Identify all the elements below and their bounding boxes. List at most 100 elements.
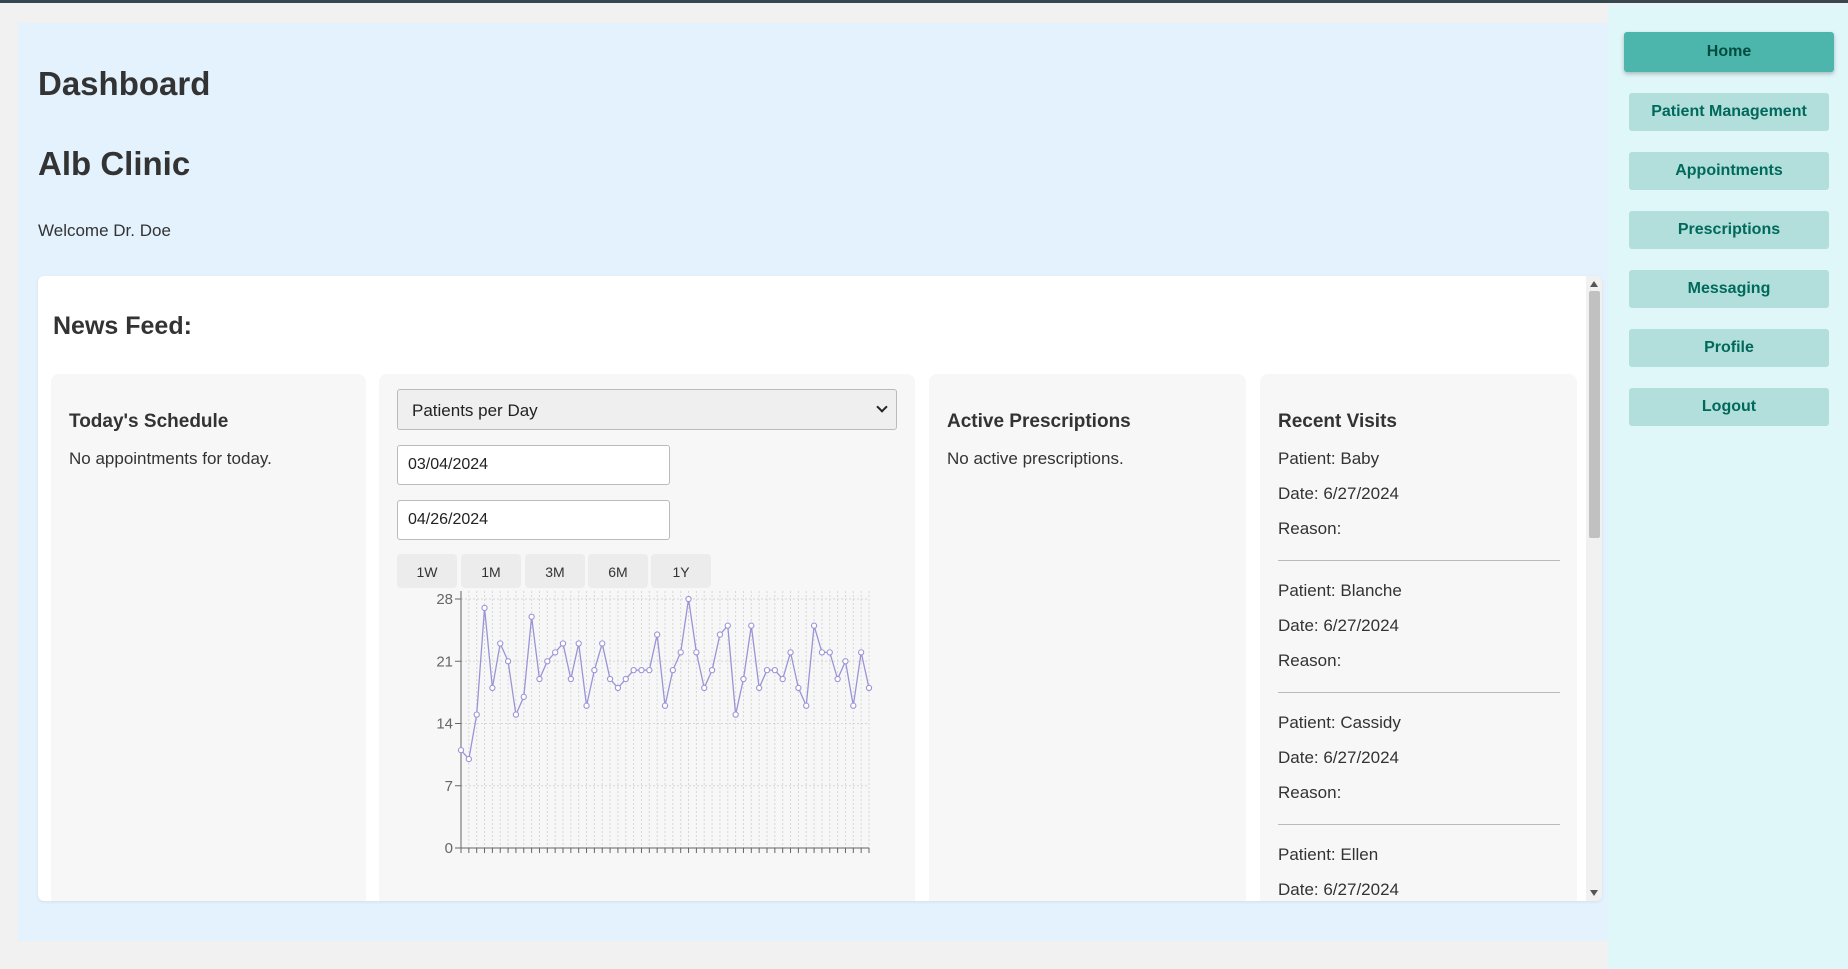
range-1m-button[interactable]: 1M [461,554,521,588]
data-point [842,658,849,665]
data-point [465,755,472,763]
patients-line-chart: 07142128count [436,591,873,854]
data-point [575,640,582,647]
data-point [779,675,786,683]
stats-card: Patients per Day 03/04/2024 04/26/2024 1… [379,374,915,901]
data-point [614,684,622,692]
welcome-text: Welcome Dr. Doe [38,221,171,240]
prescriptions-card: Active Prescriptions No active prescript… [929,374,1246,901]
data-point [504,658,512,665]
data-point [489,684,496,692]
clinic-name: Alb Clinic [38,145,191,182]
data-point [716,631,724,638]
metric-select[interactable]: Patients per Day [397,389,897,430]
data-point [826,649,833,656]
visit-date: Date: 6/27/2024 [1278,880,1399,899]
data-point [583,702,590,709]
data-point [638,666,645,674]
data-point [591,666,598,674]
visit-reason: Reason: [1278,519,1342,538]
range-1w-button[interactable]: 1W [397,554,457,588]
data-point [803,702,810,709]
data-point [661,702,669,709]
top-border [0,0,1848,3]
prescriptions-title: Active Prescriptions [947,411,1131,432]
data-point [622,675,629,683]
scroll-up-icon[interactable] [1590,281,1598,287]
data-point [748,622,755,629]
data-point [834,675,841,683]
visit-patient: Patient: Blanche [1278,581,1402,600]
data-point [497,640,504,647]
data-point [536,675,543,683]
data-point [512,711,520,718]
range-3m-button[interactable]: 3M [525,554,585,588]
news-feed: News Feed: Today's Schedule No appointme… [38,276,1602,901]
data-point [763,666,771,674]
range-6m-button[interactable]: 6M [588,554,648,588]
data-point [457,747,465,754]
nav-messaging-button[interactable]: Messaging [1629,270,1829,308]
data-point [685,595,692,603]
data-point [701,684,708,692]
schedule-title: Today's Schedule [69,411,229,432]
data-point [606,675,614,683]
data-point [520,693,527,700]
visit-reason: Reason: [1278,783,1342,802]
nav-home-button[interactable]: Home [1624,32,1834,72]
data-point [818,649,826,656]
start-date-input[interactable]: 03/04/2024 [397,445,670,485]
scroll-down-icon[interactable] [1590,890,1598,896]
scrollbar-thumb[interactable] [1589,291,1600,538]
data-point [795,684,802,692]
data-point [732,711,739,718]
data-point [693,649,700,656]
data-point [677,649,684,656]
data-point [599,640,606,647]
nav-logout-button[interactable]: Logout [1629,388,1829,426]
data-point [473,711,480,718]
visit-date: Date: 6/27/2024 [1278,616,1399,635]
y-tick-label: 0 [445,840,453,854]
page-title: Dashboard [38,65,211,102]
data-point [724,622,731,629]
data-point [708,666,716,674]
chevron-down-icon [876,401,888,413]
data-point [630,666,637,674]
data-point [787,649,794,656]
data-point [528,613,535,620]
recent-visits-card: Recent Visits Patient: Baby Date: 6/27/2… [1260,374,1577,901]
nav-patient-management-button[interactable]: Patient Management [1629,93,1829,131]
visit-patient: Patient: Ellen [1278,845,1379,864]
nav-profile-button[interactable]: Profile [1629,329,1829,367]
visit-divider [1278,824,1560,825]
data-point [669,666,676,674]
visit-reason: Reason: [1278,651,1342,670]
data-point [544,658,551,665]
main-content: Dashboard Alb Clinic Welcome Dr. Doe New… [18,23,1608,941]
nav-appointments-button[interactable]: Appointments [1629,152,1829,190]
data-point [654,631,661,638]
schedule-empty-text: No appointments for today. [69,449,272,468]
nav-prescriptions-button[interactable]: Prescriptions [1629,211,1829,249]
data-point [850,702,857,709]
data-point [552,649,559,656]
end-date-input[interactable]: 04/26/2024 [397,500,670,540]
data-point [865,684,873,692]
sidebar: Home Patient Management Appointments Pre… [1608,5,1848,969]
feed-scrollbar[interactable] [1586,276,1602,901]
data-point [740,675,747,683]
recent-visits-title: Recent Visits [1278,411,1397,432]
news-feed-title: News Feed: [53,312,192,340]
data-point [771,666,778,674]
visit-patient: Patient: Baby [1278,449,1380,468]
prescriptions-empty-text: No active prescriptions. [947,449,1124,468]
data-point [646,666,653,674]
visit-divider [1278,560,1560,561]
range-1y-button[interactable]: 1Y [651,554,711,588]
metric-select-value: Patients per Day [412,401,538,420]
data-point [858,649,865,656]
visit-date: Date: 6/27/2024 [1278,484,1399,503]
y-tick-label: 21 [436,653,453,670]
data-point [756,684,763,692]
